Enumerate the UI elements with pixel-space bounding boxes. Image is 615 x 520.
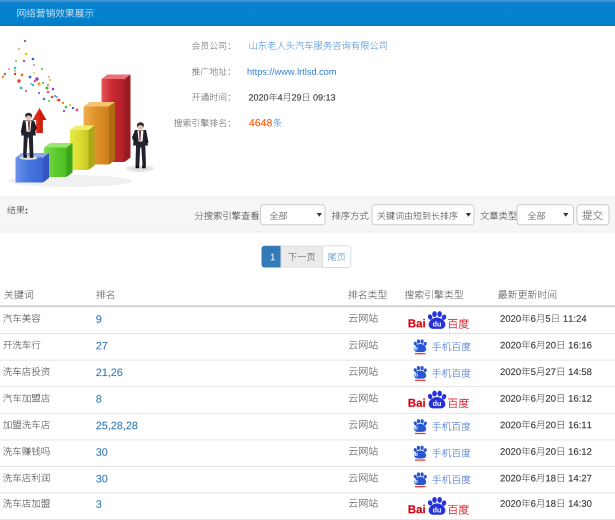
svg-text:du: du (433, 321, 442, 329)
svg-text:du: du (433, 400, 442, 408)
svg-text:du: du (433, 507, 442, 515)
